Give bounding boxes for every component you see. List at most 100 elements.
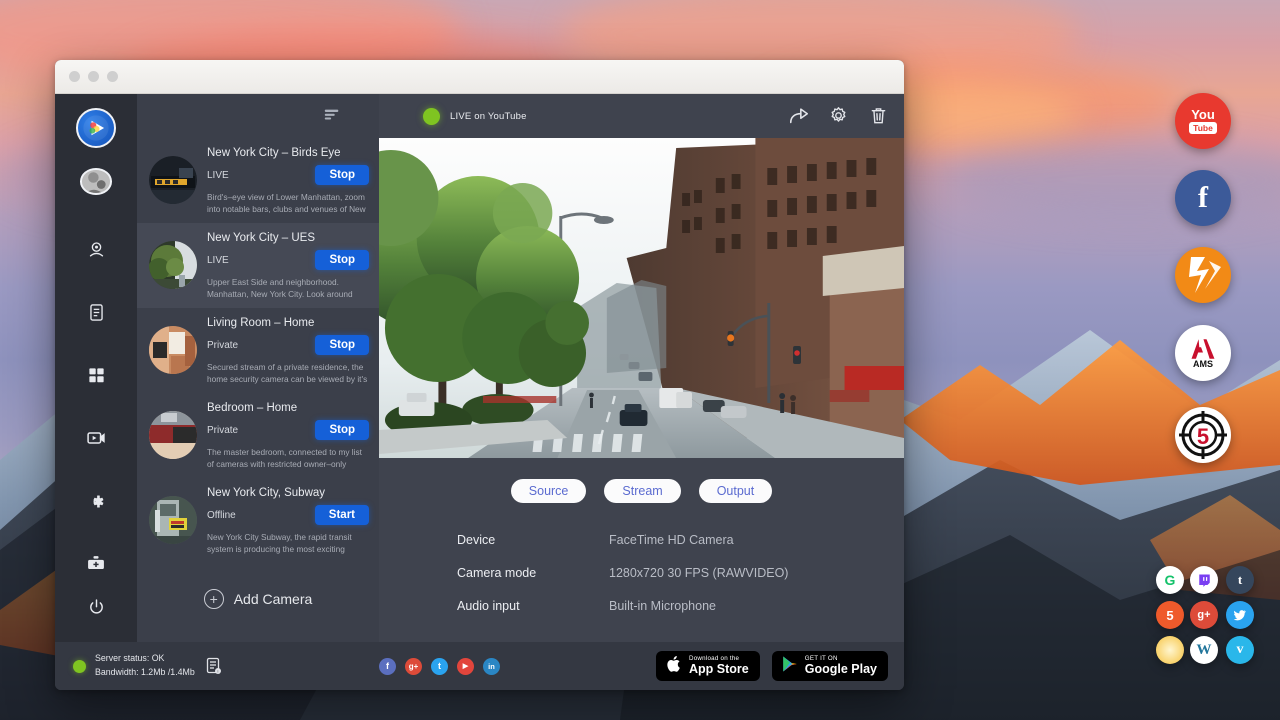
desktop-icon-adobe-ams[interactable]: AMS — [1175, 325, 1231, 381]
minimize-button[interactable] — [88, 71, 99, 82]
live-status-label: LIVE on YouTube — [450, 111, 527, 122]
desktop-icon-target-five[interactable]: 5 — [1175, 407, 1231, 463]
sort-icon[interactable] — [323, 106, 341, 129]
twitter-icon[interactable]: t — [431, 658, 448, 675]
property-label: Device — [457, 533, 609, 547]
camera-status-row: LIVE Stop — [207, 250, 369, 270]
video-screen-icon[interactable] — [78, 424, 114, 453]
camera-description: New York City Subway, the rapid transit … — [207, 531, 369, 555]
server-status: Server status: OK Bandwidth: 1.2Mb /1.4M… — [55, 652, 379, 679]
zoom-button[interactable] — [107, 71, 118, 82]
video-preview[interactable] — [379, 138, 904, 458]
camera-list-item[interactable]: New York City – Birds Eye LIVE Stop Bird… — [137, 138, 379, 223]
trash-icon[interactable] — [868, 105, 890, 127]
app-body: New York City – Birds Eye LIVE Stop Bird… — [55, 94, 904, 642]
user-avatar[interactable] — [80, 168, 112, 195]
camera-action-button[interactable]: Stop — [315, 420, 369, 440]
server-status-text: Server status: OK Bandwidth: 1.2Mb /1.4M… — [95, 652, 195, 679]
status-bar: Server status: OK Bandwidth: 1.2Mb /1.4M… — [55, 642, 904, 690]
add-camera-button[interactable]: + Add Camera — [137, 563, 379, 609]
camera-action-button[interactable]: Start — [315, 505, 369, 525]
camera-action-button[interactable]: Stop — [315, 165, 369, 185]
facebook-icon[interactable]: f — [379, 658, 396, 675]
google-play-big-label: Google Play — [805, 663, 877, 676]
apple-icon — [665, 655, 683, 678]
desktop-icon-youtube[interactable]: You Tube — [1175, 93, 1231, 149]
camera-description: Bird's–eye view of Lower Manhattan, zoom… — [207, 191, 369, 215]
desktop-icon-twitter[interactable] — [1226, 601, 1254, 629]
gear-icon[interactable] — [78, 487, 114, 516]
camera-description: Upper East Side and neighborhood. Manhat… — [207, 276, 369, 300]
camera-status-row: Offline Start — [207, 505, 369, 525]
google-plus-icon[interactable]: g+ — [405, 658, 422, 675]
desktop-icon-wordpress[interactable]: W — [1190, 636, 1218, 664]
power-icon[interactable] — [78, 593, 114, 622]
camera-info: Living Room – Home Private Stop Secured … — [207, 314, 369, 385]
camera-title: Bedroom – Home — [207, 402, 369, 414]
desktop-icon-grammarly[interactable]: G — [1156, 566, 1184, 594]
toolbox-plus-icon[interactable] — [78, 550, 114, 579]
desktop-icon-vimeo[interactable]: v — [1226, 636, 1254, 664]
camera-action-button[interactable]: Stop — [315, 335, 369, 355]
camera-list-item[interactable]: Living Room – Home Private Stop Secured … — [137, 308, 379, 393]
camera-thumbnail — [149, 156, 197, 204]
target-icon: 5 — [1175, 407, 1231, 463]
grid-icon[interactable] — [78, 361, 114, 390]
desktop-icon-five-app[interactable]: 5 — [1156, 601, 1184, 629]
adobe-icon — [1188, 338, 1218, 360]
app-store-big-label: App Store — [689, 663, 749, 676]
camera-title: New York City – Birds Eye — [207, 147, 369, 159]
google-play-button[interactable]: GET IT ON Google Play — [772, 651, 888, 681]
wordpress-icon-label: W — [1197, 642, 1212, 659]
document-info-icon[interactable]: i — [206, 657, 222, 675]
app-window: New York City – Birds Eye LIVE Stop Bird… — [55, 60, 904, 690]
camera-status-row: LIVE Stop — [207, 165, 369, 185]
app-store-text: Download on the App Store — [689, 656, 749, 676]
camera-action-button[interactable]: Stop — [315, 250, 369, 270]
app-store-button[interactable]: Download on the App Store — [656, 651, 760, 681]
webcam-icon[interactable] — [78, 235, 114, 264]
live-status: LIVE on YouTube — [405, 108, 788, 125]
close-button[interactable] — [69, 71, 80, 82]
camera-list-item[interactable]: New York City – UES LIVE Stop Upper East… — [137, 223, 379, 308]
source-properties: Device FaceTime HD Camera Camera mode 12… — [379, 503, 904, 632]
desktop-icon-google-plus[interactable]: g+ — [1190, 601, 1218, 629]
camera-thumbnail — [149, 411, 197, 459]
twitter-bird-icon — [1233, 608, 1247, 622]
property-value[interactable]: FaceTime HD Camera — [609, 533, 734, 547]
camera-thumbnail — [149, 241, 197, 289]
linkedin-icon[interactable]: in — [483, 658, 500, 675]
property-value[interactable]: Built-in Microphone — [609, 599, 716, 613]
detail-actions — [788, 105, 890, 127]
camera-list-item[interactable]: Bedroom – Home Private Stop The master b… — [137, 393, 379, 478]
gear-icon[interactable] — [828, 105, 850, 127]
desktop-icon-light-app[interactable] — [1156, 636, 1184, 664]
left-navigation-rail — [55, 94, 137, 642]
social-links: f g+ t ▶ in — [379, 658, 500, 675]
document-list-icon[interactable] — [78, 298, 114, 327]
camera-state: LIVE — [207, 170, 229, 181]
youtube-icon-label: You — [1191, 108, 1215, 121]
server-status-line: Server status: OK — [95, 653, 164, 663]
desktop-icon-wirecast[interactable] — [1175, 247, 1231, 303]
tab-source[interactable]: Source — [511, 479, 587, 503]
camera-status-row: Private Stop — [207, 420, 369, 440]
camera-title: New York City – UES — [207, 232, 369, 244]
tab-stream[interactable]: Stream — [604, 479, 680, 503]
property-row: Camera mode 1280x720 30 FPS (RAWVIDEO) — [457, 566, 904, 580]
tab-output[interactable]: Output — [699, 479, 773, 503]
property-value[interactable]: 1280x720 30 FPS (RAWVIDEO) — [609, 566, 788, 580]
twitch-icon — [1197, 573, 1212, 588]
desktop-icon-twitch[interactable] — [1190, 566, 1218, 594]
svg-text:i: i — [217, 669, 218, 674]
camera-list-item[interactable]: New York City, Subway Offline Start New … — [137, 478, 379, 563]
share-arrow-icon[interactable] — [788, 105, 810, 127]
camera-description: The master bedroom, connected to my list… — [207, 446, 369, 470]
window-titlebar — [55, 60, 904, 94]
app-logo-icon[interactable] — [76, 108, 116, 148]
ams-label: AMS — [1193, 359, 1213, 369]
desktop-icon-facebook[interactable]: f — [1175, 170, 1231, 226]
desktop-icon-tumblr[interactable]: t — [1226, 566, 1254, 594]
tumblr-icon-label: t — [1238, 572, 1242, 588]
youtube-icon[interactable]: ▶ — [457, 658, 474, 675]
